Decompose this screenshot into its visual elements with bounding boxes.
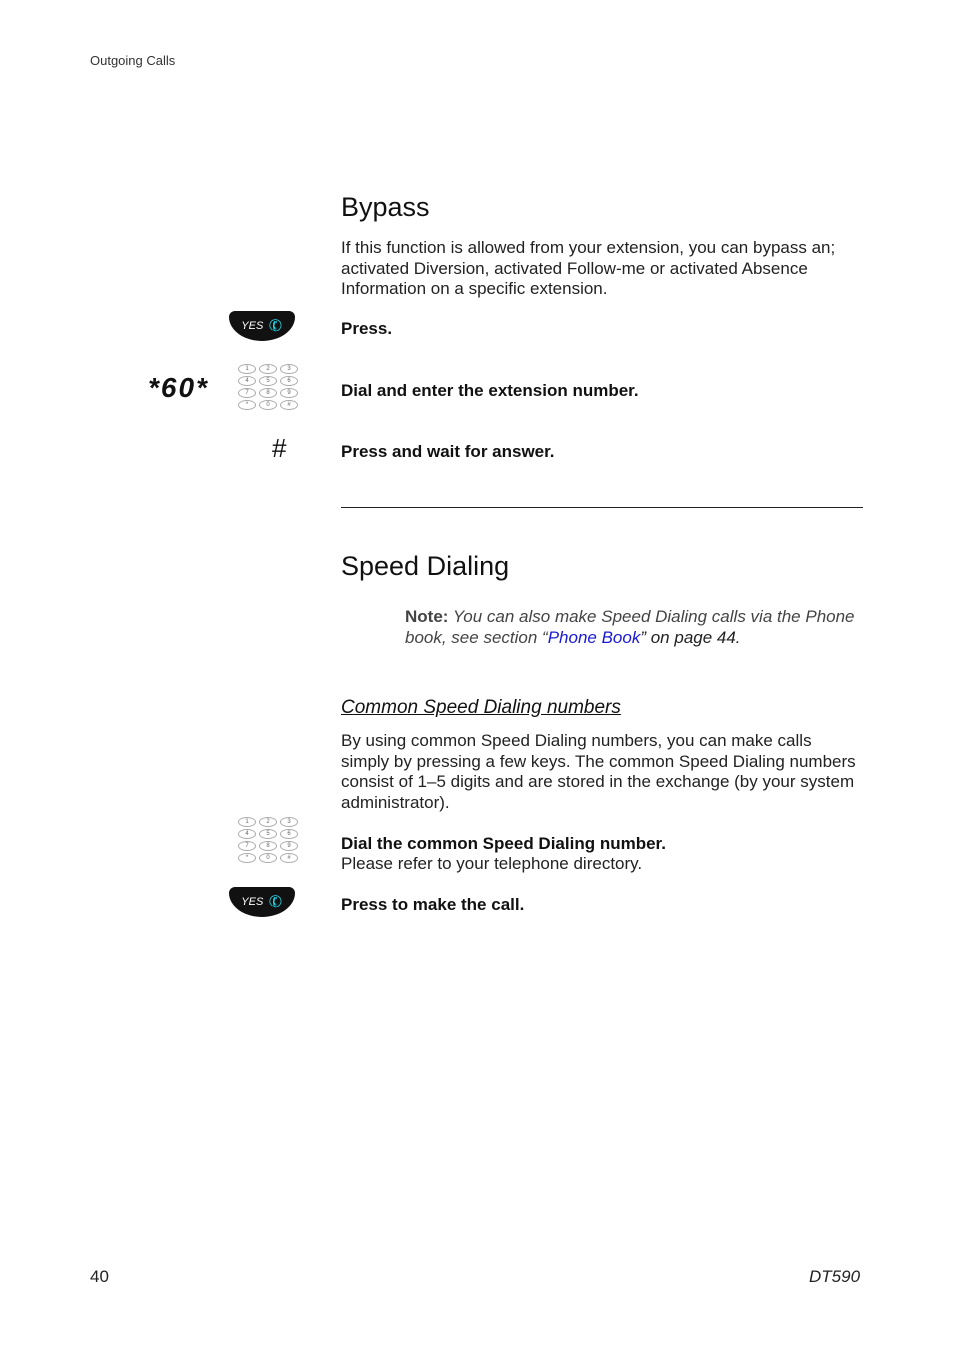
hash-key-icon: # xyxy=(272,433,287,463)
page-number: 40 xyxy=(90,1267,109,1286)
bypass-intro: If this function is allowed from your ex… xyxy=(341,238,836,298)
speed-step-dial-subtext: Please refer to your telephone directory… xyxy=(341,854,643,873)
yes-label: YES xyxy=(241,320,264,332)
keypad-icon: 123 456 789 * 0 # xyxy=(238,817,298,863)
note-label: Note: xyxy=(405,607,449,626)
speed-dialing-title: Speed Dialing xyxy=(341,551,510,581)
common-speed-dialing-subtitle: Common Speed Dialing numbers xyxy=(341,697,621,718)
bypass-title: Bypass xyxy=(341,192,430,222)
phone-book-link[interactable]: Phone Book xyxy=(548,628,641,647)
speed-step-dial: Dial the common Speed Dialing number. xyxy=(341,834,666,853)
model-name: DT590 xyxy=(809,1267,861,1286)
bypass-step-dial: Dial and enter the extension number. xyxy=(341,381,639,400)
section-divider xyxy=(341,507,863,508)
running-header: Outgoing Calls xyxy=(90,53,176,68)
yes-key-icon: YES ✆ xyxy=(229,311,295,341)
yes-key-icon: YES ✆ xyxy=(229,887,295,917)
keypad-icon: 123 456 789 * 0 # xyxy=(238,364,298,410)
yes-label: YES xyxy=(241,896,264,908)
note: Note: You can also make Speed Dialing ca… xyxy=(405,607,855,647)
handset-icon: ✆ xyxy=(266,892,286,913)
star-60-star-code: *60* xyxy=(148,372,209,403)
handset-icon: ✆ xyxy=(266,316,286,337)
speed-intro: By using common Speed Dialing numbers, y… xyxy=(341,731,856,812)
bypass-step-press: Press. xyxy=(341,319,393,338)
bypass-step-wait: Press and wait for answer. xyxy=(341,442,555,461)
speed-step-press: Press to make the call. xyxy=(341,895,525,914)
